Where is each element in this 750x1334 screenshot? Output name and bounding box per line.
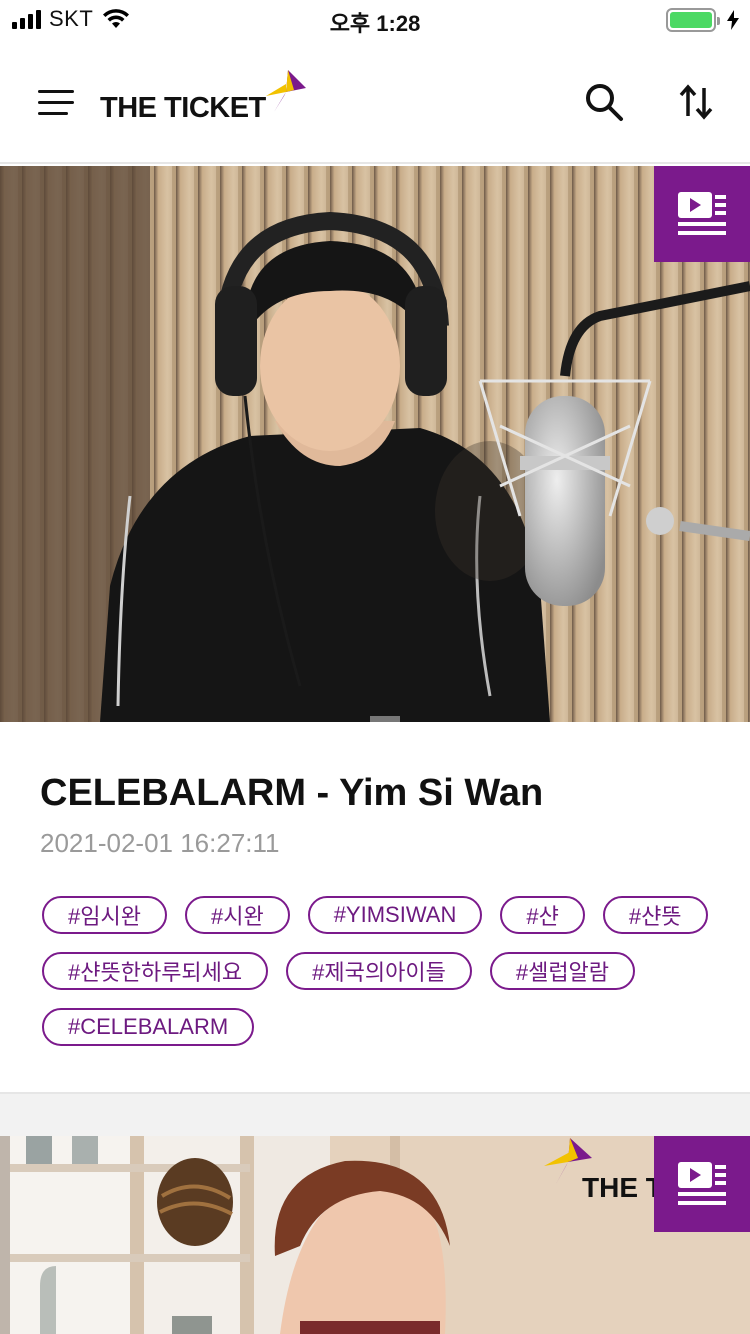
article-title[interactable]: CELEBALARM - Yim Si Wan: [40, 772, 543, 815]
interior-photo: [0, 1136, 750, 1334]
watermark-text: THE T: [582, 1172, 663, 1203]
studio-photo: [0, 166, 750, 722]
hashtag-chip[interactable]: #시완: [184, 896, 290, 934]
article-thumbnail[interactable]: THE T: [0, 1136, 750, 1334]
article-card[interactable]: CELEBALARM - Yim Si Wan 2021-02-01 16:27…: [0, 722, 750, 1092]
hashtag-chip[interactable]: #샨뜻한하루되세요: [42, 952, 269, 990]
card-separator: [0, 1092, 750, 1136]
article-thumbnail[interactable]: [0, 166, 750, 722]
hashtag-chip[interactable]: #임시완: [42, 896, 167, 934]
app-header: THE TICKET: [0, 40, 750, 164]
sort-arrows-icon[interactable]: [676, 82, 716, 122]
search-icon[interactable]: [584, 82, 624, 122]
app-logo[interactable]: THE TICKET: [100, 62, 320, 134]
video-article-icon[interactable]: [654, 1136, 750, 1232]
charging-bolt-icon: [727, 10, 739, 30]
article-date: 2021-02-01 16:27:11: [40, 828, 280, 858]
hashtag-chip[interactable]: #셀럽알람: [489, 952, 636, 990]
logo-star-icon: [266, 70, 306, 112]
hashtag-chip[interactable]: #YIMSIWAN: [307, 896, 483, 934]
hashtag-chip[interactable]: #CELEBALARM: [42, 1008, 255, 1046]
hashtag-chip[interactable]: #샨: [500, 896, 585, 934]
clock: 오후 1:28: [329, 11, 421, 36]
hashtag-chip[interactable]: #샨뜻: [602, 896, 708, 934]
battery-icon: [666, 8, 720, 32]
hashtag-chip[interactable]: #제국의아이들: [286, 952, 472, 990]
status-bar: SKT 오후 1:28: [0, 0, 750, 40]
tag-list: #임시완 #시완 #YIMSIWAN #샨 #샨뜻 #샨뜻한하루되세요 #제국의…: [42, 896, 722, 1046]
hamburger-menu-icon[interactable]: [38, 90, 74, 116]
video-article-icon[interactable]: [654, 166, 750, 262]
